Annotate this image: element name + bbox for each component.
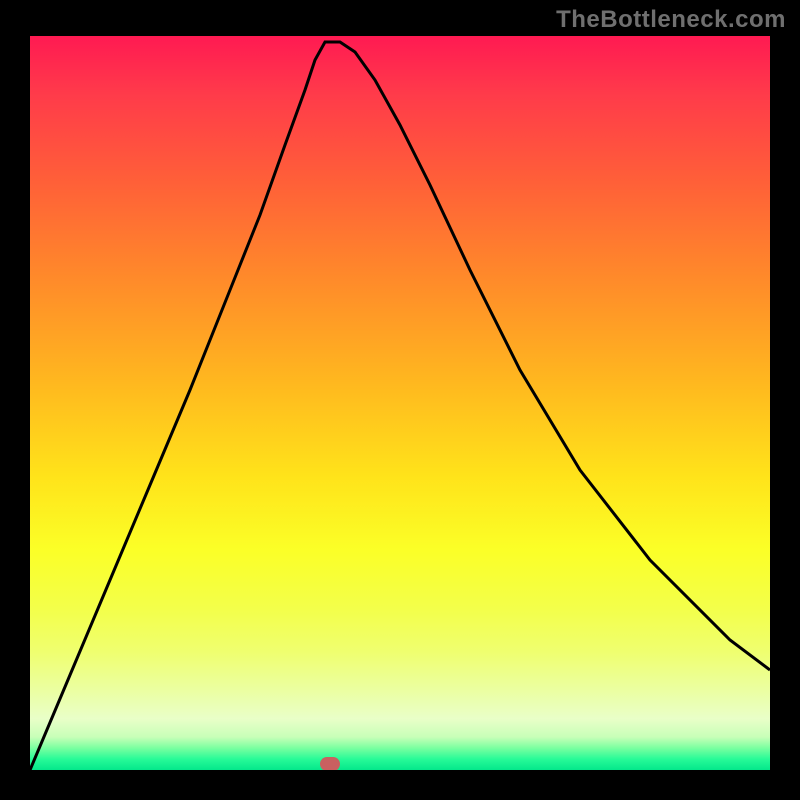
bottleneck-curve — [30, 42, 770, 770]
plot-area — [30, 36, 770, 770]
chart-frame: TheBottleneck.com — [0, 0, 800, 800]
curve-svg — [30, 36, 770, 770]
watermark-text: TheBottleneck.com — [556, 6, 786, 34]
optimal-point-marker — [320, 757, 340, 770]
